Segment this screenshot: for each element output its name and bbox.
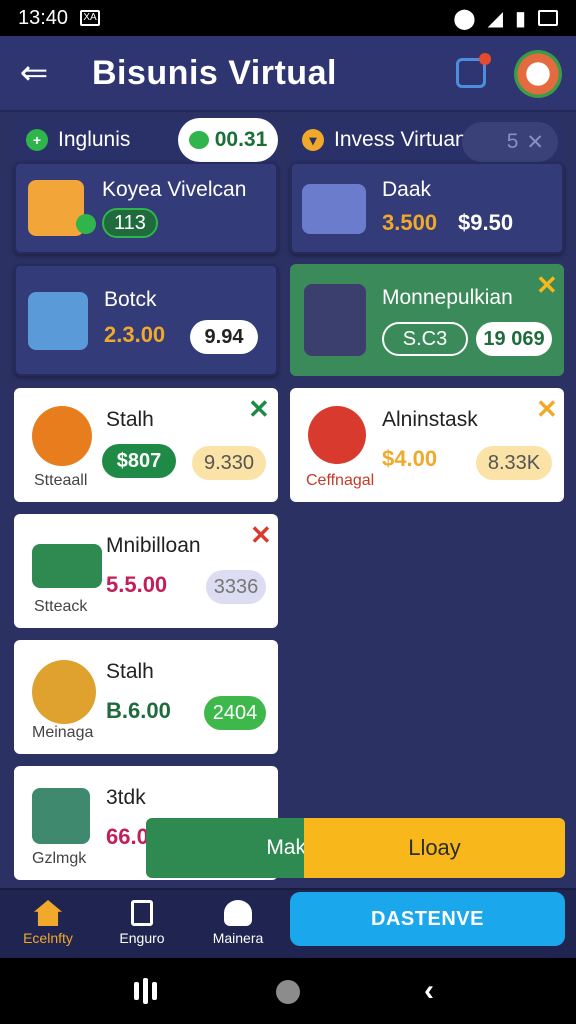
signal-icon: ▮	[514, 7, 526, 30]
asset-card-daak[interactable]: Daak 3.500 $9.50	[290, 162, 564, 254]
home-button-icon[interactable]	[276, 980, 300, 1004]
value-pill: 9.94	[190, 320, 258, 354]
tab-inglunis[interactable]: + Inglunis 00.31	[14, 118, 278, 162]
asset-card-mnibilloan[interactable]: ✕ Mnibilloan 5.5.00 3336 Stteack	[14, 514, 278, 628]
card-price: 66.0	[106, 824, 149, 849]
card-sublabel: Stteaall	[34, 472, 88, 489]
phone-shop-icon	[28, 180, 84, 236]
tab-invess-virtuan[interactable]: ▾ Invess Virtuan 5 ✕	[290, 118, 564, 162]
value-pill-right: 19 069	[476, 322, 552, 356]
primary-cta-button[interactable]: DASTENVE	[290, 892, 565, 946]
card-name: Alninstask	[382, 408, 478, 431]
nav-label: Mainera	[212, 930, 264, 946]
card-price: $4.00	[382, 446, 438, 471]
asset-card-monnepulkian[interactable]: ✕ Monnepulkian S.C3 19 069	[290, 264, 564, 376]
businessman-icon	[304, 284, 366, 356]
card-sublabel: Meinaga	[32, 724, 94, 741]
card-name: Monnepulkian	[382, 286, 513, 309]
location-icon: ⬤	[453, 7, 476, 30]
nav-item-home[interactable]: Ecelnfty	[8, 900, 88, 946]
status-bar: 13:40 XA ⬤ ◢ ▮	[0, 0, 576, 36]
asset-card-alninstask[interactable]: ✕ Alninstask $4.00 8.33K Ceffnagal	[290, 388, 564, 502]
asset-card-botck[interactable]: Botck 2.3.00 9.94	[14, 264, 278, 376]
nav-label: Enguro	[119, 930, 165, 946]
status-app-icon: XA	[80, 10, 101, 26]
card-name: Koyea Vivelcan	[102, 178, 247, 201]
tablet-icon	[32, 788, 90, 844]
dollar-medal-icon	[32, 660, 96, 724]
card-sublabel: Stteack	[34, 598, 88, 615]
buy-button[interactable]: Lloay	[304, 818, 565, 878]
profile-icon	[224, 900, 252, 926]
document-icon	[131, 900, 153, 926]
back-arrow-icon[interactable]: ⇐	[14, 54, 54, 94]
status-time: 13:40	[18, 6, 69, 29]
gear-phone-icon	[32, 406, 92, 466]
card-name: Stalh	[106, 408, 154, 431]
value-pill: 2404	[204, 696, 266, 730]
card-price: 3.500	[382, 210, 438, 235]
app-bar: ⇐ Bisunis Virtual	[0, 36, 576, 112]
recents-icon[interactable]	[134, 978, 158, 1004]
chevron-down-icon: ▾	[302, 129, 324, 151]
tab-label: Inglunis	[58, 128, 131, 151]
notification-dot	[479, 53, 491, 65]
card-price: 5.5.00	[106, 572, 168, 597]
card-name: Mnibilloan	[106, 534, 201, 557]
count-value: 5	[506, 130, 519, 153]
store-chart-icon	[302, 184, 366, 234]
value-pill: 8.33K	[476, 446, 552, 480]
notification-icon[interactable]	[456, 53, 491, 88]
tab-label: Invess Virtuan	[334, 128, 467, 151]
pin-icon[interactable]: ✕	[250, 522, 272, 548]
timer-value: 00.31	[214, 128, 268, 151]
wifi-icon: ◢	[487, 7, 503, 30]
pin-icon[interactable]: ✕	[536, 272, 558, 298]
chat-bubble-icon	[188, 131, 209, 149]
card-sublabel: Gzlmgk	[32, 850, 87, 867]
make-button[interactable]: Mak	[146, 818, 306, 878]
asset-card-koyea[interactable]: Koyea Vivelcan 113	[14, 162, 278, 254]
card-sublabel: Ceffnagal	[306, 472, 375, 489]
cash-bill-icon	[32, 544, 102, 588]
card-value: $9.50	[458, 210, 514, 235]
back-chevron-icon[interactable]: ‹	[424, 974, 434, 1008]
card-name: Daak	[382, 178, 432, 201]
system-navigation-bar: ‹	[0, 958, 576, 1024]
card-name: 3tdk	[106, 786, 146, 809]
avatar[interactable]	[514, 50, 562, 98]
plus-circle-icon: +	[26, 129, 48, 151]
value-pill: 3336	[206, 570, 266, 604]
timer-badge: 00.31	[178, 118, 278, 162]
value-pill-left: S.C3	[382, 322, 468, 356]
card-price: B.6.00	[106, 698, 171, 723]
dollar-badge-icon	[308, 406, 366, 464]
price-pill: $807	[102, 444, 176, 478]
pin-icon[interactable]: ✕	[536, 396, 558, 422]
card-price: 2.3.00	[104, 322, 166, 347]
phone-app-icon	[28, 292, 88, 350]
plus-badge-icon	[76, 214, 96, 234]
page-title: Bisunis Virtual	[92, 54, 337, 92]
nav-label: Ecelnfty	[23, 930, 73, 946]
action-bar: Mak Lloay	[146, 818, 565, 878]
nav-item-mainera[interactable]: Mainera	[198, 900, 278, 946]
count-badge: 5 ✕	[462, 122, 558, 162]
pin-icon[interactable]: ✕	[248, 396, 270, 422]
asset-card-stalh[interactable]: ✕ Stalh $807 9.330 Stteaall	[14, 388, 278, 502]
level-pill: 113	[102, 208, 158, 238]
value-pill: 9.330	[192, 446, 266, 480]
card-name: Stalh	[106, 660, 154, 683]
card-name: Botck	[104, 288, 157, 311]
home-icon	[34, 900, 62, 926]
asset-card-stalh-2[interactable]: Stalh B.6.00 2404 Meinaga	[14, 640, 278, 754]
nav-item-enguro[interactable]: Enguro	[102, 900, 182, 946]
battery-icon	[538, 10, 558, 26]
close-icon[interactable]: ✕	[526, 130, 544, 155]
